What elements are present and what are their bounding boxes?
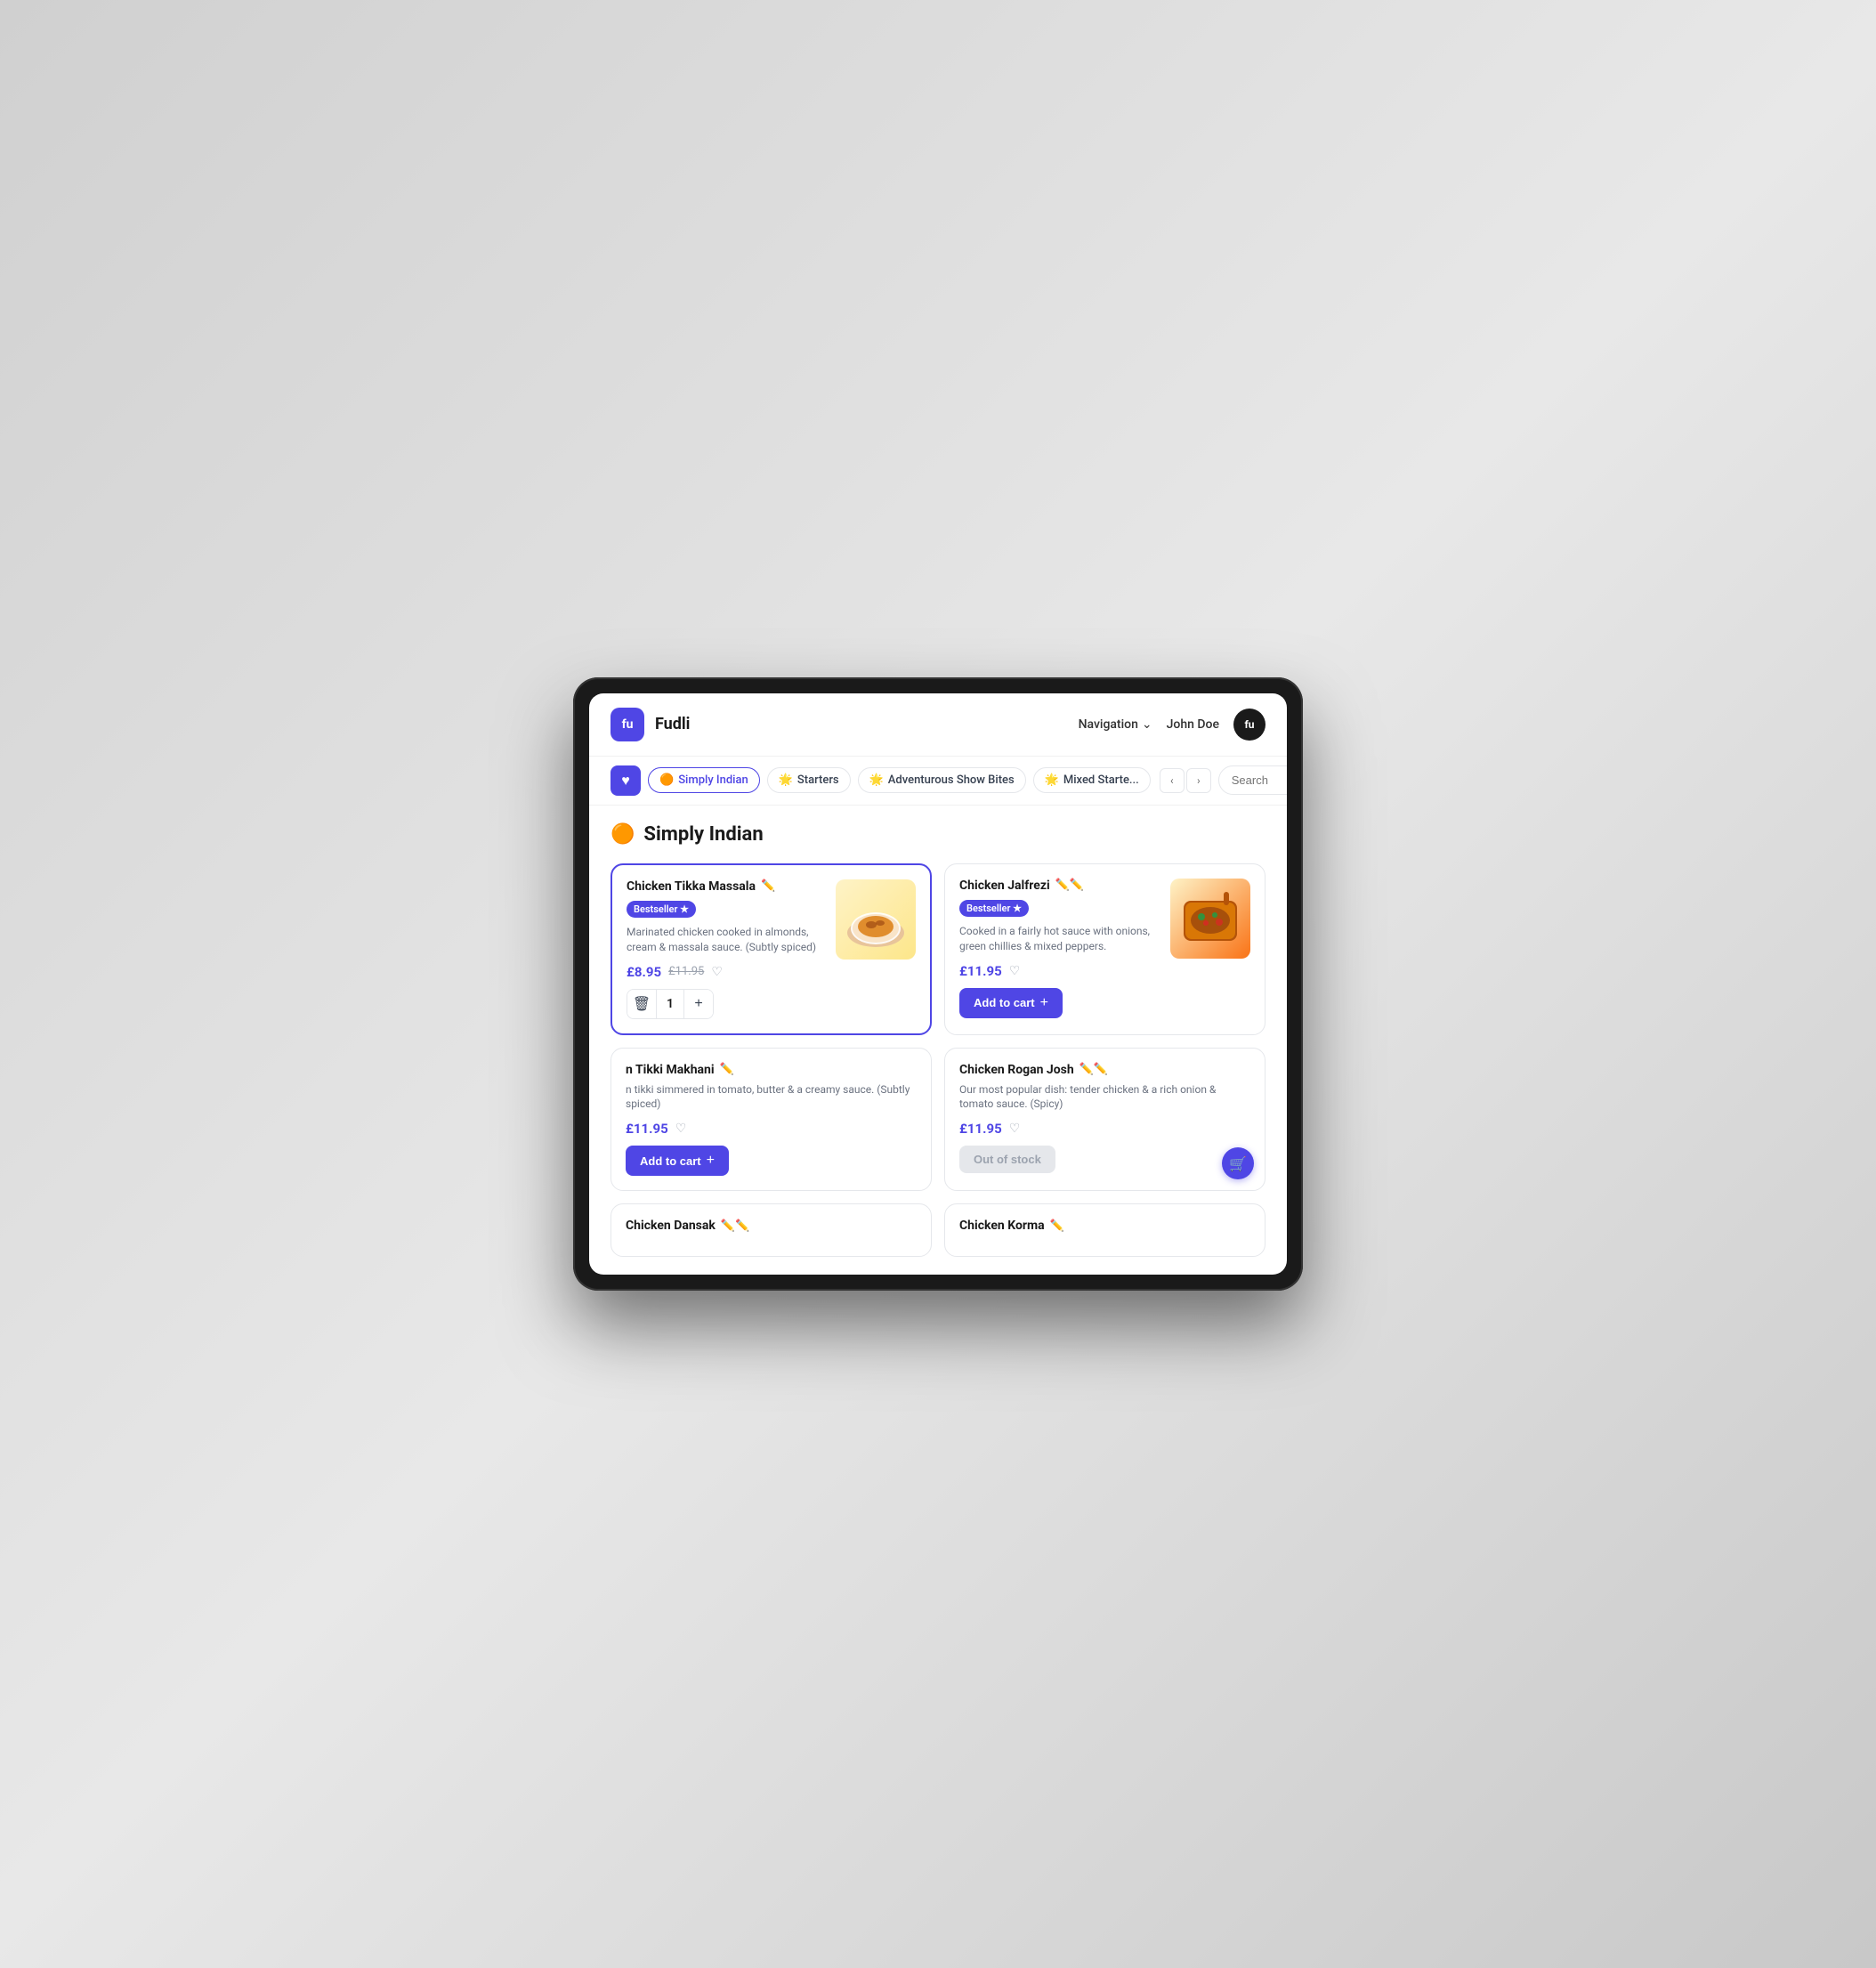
decrease-qty-button[interactable]: 🗑	[627, 990, 656, 1018]
product-title: Chicken Dansak	[626, 1219, 716, 1233]
edit-icon[interactable]: ✏️✏️	[1080, 1063, 1108, 1076]
quantity-value: 1	[656, 990, 684, 1018]
product-info: n Tikki Makhani ✏️ n tikki simmered in t…	[626, 1063, 917, 1177]
bestseller-badge: Bestseller ★	[627, 901, 696, 918]
product-image-tikka	[836, 879, 916, 960]
user-name: John Doe	[1167, 717, 1219, 732]
next-arrow[interactable]: ›	[1186, 768, 1211, 793]
search-input[interactable]	[1232, 773, 1287, 787]
product-info: Chicken Jalfrezi ✏️✏️ Bestseller ★ Cooke…	[959, 879, 1160, 1018]
product-grid: Chicken Tikka Massala ✏️ Bestseller ★ Ma…	[611, 863, 1265, 1257]
product-title: n Tikki Makhani	[626, 1063, 715, 1077]
price-row: £11.95 ♡	[959, 963, 1160, 979]
category-emoji: 🟠	[659, 773, 674, 787]
price: £11.95	[626, 1121, 668, 1137]
category-adventurous[interactable]: 🌟 Adventurous Show Bites	[858, 767, 1026, 793]
out-of-stock-button: Out of stock	[959, 1146, 1055, 1173]
edit-icon[interactable]: ✏️✏️	[721, 1219, 749, 1233]
old-price: £11.95	[668, 965, 704, 978]
price: £8.95	[627, 964, 661, 980]
product-description: Cooked in a fairly hot sauce with onions…	[959, 924, 1160, 954]
edit-icon[interactable]: ✏️✏️	[1055, 879, 1084, 892]
plus-icon: +	[707, 1153, 715, 1169]
product-card-tikka-massala: Chicken Tikka Massala ✏️ Bestseller ★ Ma…	[611, 863, 932, 1035]
product-card-rogan-josh: Chicken Rogan Josh ✏️✏️ Our most popular…	[944, 1048, 1265, 1192]
product-title: Chicken Korma	[959, 1219, 1045, 1233]
app-name: Fudli	[655, 715, 1068, 733]
quantity-control: 🗑 1 +	[627, 989, 714, 1019]
wishlist-icon[interactable]: ♡	[1009, 1122, 1021, 1136]
cart-icon: 🛒	[1229, 1155, 1247, 1172]
product-description: Marinated chicken cooked in almonds, cre…	[627, 925, 825, 955]
nav-user-area: Navigation ⌄ John Doe fu	[1079, 709, 1265, 741]
edit-icon[interactable]: ✏️	[761, 879, 775, 893]
product-info: Chicken Tikka Massala ✏️ Bestseller ★ Ma…	[627, 879, 825, 1019]
category-starters[interactable]: 🌟 Starters	[767, 767, 851, 793]
edit-icon[interactable]: ✏️	[720, 1063, 734, 1076]
product-title: Chicken Jalfrezi	[959, 879, 1050, 893]
price-row: £11.95 ♡	[626, 1121, 917, 1137]
product-title: Chicken Tikka Massala	[627, 879, 756, 894]
wishlist-icon[interactable]: ♡	[711, 965, 723, 979]
category-emoji: 🌟	[869, 773, 884, 787]
product-info: Chicken Rogan Josh ✏️✏️ Our most popular…	[959, 1063, 1250, 1174]
app-logo[interactable]: fu	[611, 708, 644, 741]
nav-arrows: ‹ ›	[1160, 768, 1211, 793]
plus-icon: +	[694, 996, 702, 1012]
price: £11.95	[959, 963, 1002, 979]
user-avatar[interactable]: fu	[1233, 709, 1265, 741]
price-row: £11.95 ♡	[959, 1121, 1250, 1137]
price: £11.95	[959, 1121, 1002, 1137]
tablet-screen: fu Fudli Navigation ⌄ John Doe fu ♥ 🟠	[589, 693, 1287, 1275]
category-mixed-starters[interactable]: 🌟 Mixed Starte...	[1033, 767, 1151, 793]
prev-arrow[interactable]: ‹	[1160, 768, 1185, 793]
product-card-dansak: Chicken Dansak ✏️✏️	[611, 1203, 932, 1257]
navigation-menu[interactable]: Navigation ⌄	[1079, 717, 1152, 732]
plus-icon: +	[1040, 995, 1048, 1011]
edit-icon[interactable]: ✏️	[1050, 1219, 1064, 1233]
chevron-down-icon: ⌄	[1142, 717, 1152, 732]
category-bar: ♥ 🟠 Simply Indian 🌟 Starters 🌟 Adventuro…	[589, 757, 1287, 806]
header: fu Fudli Navigation ⌄ John Doe fu	[589, 693, 1287, 757]
bestseller-badge: Bestseller ★	[959, 900, 1029, 917]
increase-qty-button[interactable]: +	[684, 990, 713, 1018]
add-to-cart-button-makhani[interactable]: Add to cart +	[626, 1146, 729, 1176]
tablet-frame: fu Fudli Navigation ⌄ John Doe fu ♥ 🟠	[573, 677, 1303, 1291]
wishlist-icon[interactable]: ♡	[675, 1122, 687, 1136]
section-title: 🟠 Simply Indian	[611, 823, 1265, 846]
product-description: n tikki simmered in tomato, butter & a c…	[626, 1082, 917, 1113]
favorites-button[interactable]: ♥	[611, 765, 641, 796]
product-card-korma: Chicken Korma ✏️	[944, 1203, 1265, 1257]
page-content: 🟠 Simply Indian Chicken Tikka Massala ✏️	[589, 806, 1287, 1275]
product-image-jalfrezi	[1170, 879, 1250, 959]
cart-float-button[interactable]: 🛒	[1222, 1147, 1254, 1179]
search-box[interactable]: 🔍	[1218, 765, 1287, 795]
heart-icon: ♥	[621, 772, 630, 790]
section-emoji: 🟠	[611, 823, 635, 846]
category-emoji: 🌟	[1045, 773, 1059, 787]
product-card-makhani: n Tikki Makhani ✏️ n tikki simmered in t…	[611, 1048, 932, 1192]
product-card-jalfrezi: Chicken Jalfrezi ✏️✏️ Bestseller ★ Cooke…	[944, 863, 1265, 1035]
category-emoji: 🌟	[779, 773, 793, 787]
minus-icon: 🗑	[633, 995, 651, 1013]
price-row: £8.95 £11.95 ♡	[627, 964, 825, 980]
product-description: Our most popular dish: tender chicken & …	[959, 1082, 1250, 1113]
add-to-cart-button-jalfrezi[interactable]: Add to cart +	[959, 988, 1063, 1018]
wishlist-icon[interactable]: ♡	[1009, 964, 1021, 978]
product-title: Chicken Rogan Josh	[959, 1063, 1074, 1077]
category-simply-indian[interactable]: 🟠 Simply Indian	[648, 767, 760, 793]
